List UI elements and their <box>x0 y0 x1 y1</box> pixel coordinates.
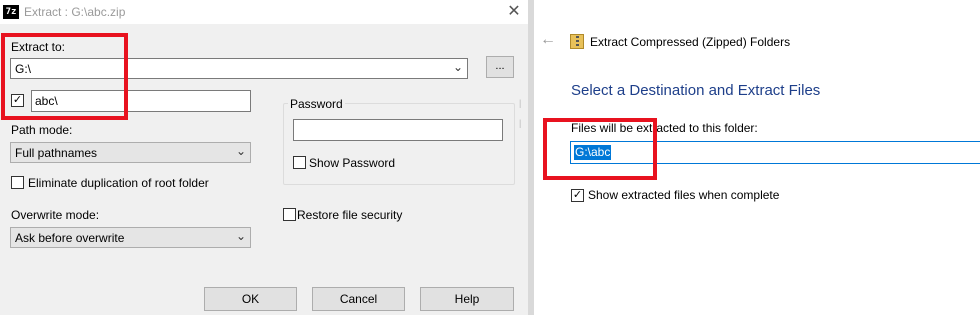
wizard-heading: Select a Destination and Extract Files <box>571 82 821 99</box>
path-mode-select[interactable]: Full pathnames ⌄ <box>10 142 251 163</box>
close-icon[interactable]: ✕ <box>505 2 523 22</box>
sevenzip-app-icon: 7z <box>3 5 19 19</box>
windows-extract-wizard: ← Extract Compressed (Zipped) Folders Se… <box>534 0 980 315</box>
eliminate-duplication-label: Eliminate duplication of root folder <box>28 176 209 190</box>
restore-security-label: Restore file security <box>297 208 403 222</box>
chevron-down-icon[interactable]: ⌄ <box>236 144 246 158</box>
browse-button[interactable]: ... <box>486 56 514 78</box>
show-password-checkbox[interactable] <box>293 156 306 169</box>
dialog-titlebar: 7z Extract : G:\abc.zip ✕ <box>0 0 528 24</box>
help-button[interactable]: Help <box>420 287 514 311</box>
password-input[interactable] <box>293 119 503 141</box>
restore-security-checkbox[interactable] <box>283 208 296 221</box>
sevenzip-extract-dialog: 7z Extract : G:\abc.zip ✕ Extract to: G:… <box>0 0 528 315</box>
window-title: Extract : G:\abc.zip <box>24 5 126 19</box>
highlight-box <box>1 33 128 120</box>
cancel-button[interactable]: Cancel <box>312 287 405 311</box>
zip-folder-icon <box>570 34 584 49</box>
highlight-box <box>543 118 657 180</box>
show-extracted-checkbox[interactable]: ✓ <box>571 189 584 202</box>
scroll-indicator: | <box>519 118 522 128</box>
password-groupbox <box>283 103 515 185</box>
wizard-title: Extract Compressed (Zipped) Folders <box>590 35 791 49</box>
back-arrow-icon[interactable]: ← <box>540 31 556 49</box>
overwrite-mode-label: Overwrite mode: <box>11 208 100 222</box>
scroll-indicator: | <box>519 98 522 108</box>
chevron-down-icon[interactable]: ⌄ <box>236 229 246 243</box>
path-mode-label: Path mode: <box>11 123 73 137</box>
eliminate-duplication-checkbox[interactable] <box>11 176 24 189</box>
show-extracted-label: Show extracted files when complete <box>588 188 780 202</box>
show-password-label: Show Password <box>309 156 396 170</box>
ok-button[interactable]: OK <box>204 287 297 311</box>
checkmark-icon: ✓ <box>572 189 583 201</box>
overwrite-mode-value: Ask before overwrite <box>15 231 125 245</box>
chevron-down-icon[interactable]: ⌄ <box>453 60 463 74</box>
password-group-label: Password <box>288 97 345 111</box>
path-mode-value: Full pathnames <box>15 146 98 160</box>
overwrite-mode-select[interactable]: Ask before overwrite ⌄ <box>10 227 251 248</box>
